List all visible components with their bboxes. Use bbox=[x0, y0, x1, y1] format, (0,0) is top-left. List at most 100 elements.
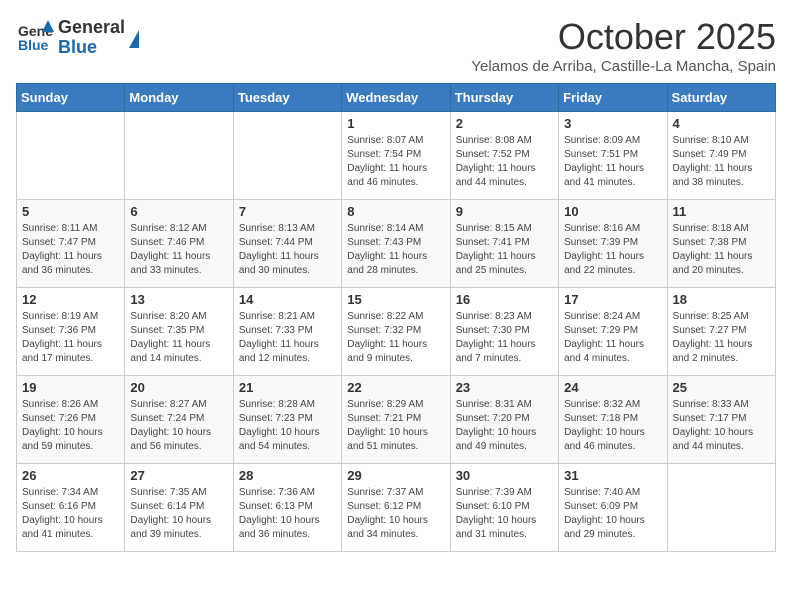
col-thursday: Thursday bbox=[450, 84, 558, 112]
calendar-cell: 31Sunrise: 7:40 AM Sunset: 6:09 PM Dayli… bbox=[559, 464, 667, 552]
cell-content: Sunrise: 8:27 AM Sunset: 7:24 PM Dayligh… bbox=[130, 398, 227, 454]
calendar-cell: 25Sunrise: 8:33 AM Sunset: 7:17 PM Dayli… bbox=[667, 376, 775, 464]
logo-general-text: General bbox=[58, 18, 125, 38]
cell-content: Sunrise: 8:15 AM Sunset: 7:41 PM Dayligh… bbox=[456, 222, 553, 278]
calendar-week-2: 5 Sunrise: 8:11 AM Sunset: 7:47 PM Daylig… bbox=[17, 200, 776, 288]
logo-text: General Blue bbox=[58, 18, 125, 58]
day-number: 26 bbox=[22, 468, 119, 483]
calendar-cell: 23Sunrise: 8:31 AM Sunset: 7:20 PM Dayli… bbox=[450, 376, 558, 464]
day-number: 31 bbox=[564, 468, 661, 483]
day-number: 25 bbox=[673, 380, 770, 395]
cell-content: Sunrise: 8:19 AM Sunset: 7:36 PM Dayligh… bbox=[22, 310, 119, 366]
calendar-cell: 15 Sunrise: 8:22 AM Sunset: 7:32 PM Dayli… bbox=[342, 288, 450, 376]
calendar-cell: 22 Sunrise: 8:29 AM Sunset: 7:21 PM Dayli… bbox=[342, 376, 450, 464]
title-section: October 2025 Yelamos de Arriba, Castille… bbox=[471, 16, 776, 75]
calendar-week-4: 19 Sunrise: 8:26 AM Sunset: 7:26 PM Dayli… bbox=[17, 376, 776, 464]
day-number: 23 bbox=[456, 380, 553, 395]
calendar-cell bbox=[233, 112, 341, 200]
cell-content: Sunrise: 7:37 AM Sunset: 6:12 PM Dayligh… bbox=[347, 486, 444, 542]
day-number: 6 bbox=[130, 204, 227, 219]
calendar-table: Sunday Monday Tuesday Wednesday Thursday… bbox=[16, 83, 776, 552]
day-number: 19 bbox=[22, 380, 119, 395]
cell-content: Sunrise: 8:24 AM Sunset: 7:29 PM Dayligh… bbox=[564, 310, 661, 366]
cell-content: Sunrise: 7:34 AM Sunset: 6:16 PM Dayligh… bbox=[22, 486, 119, 542]
calendar-week-1: 1Sunrise: 8:07 AM Sunset: 7:54 PM Daylig… bbox=[17, 112, 776, 200]
calendar-cell: 8Sunrise: 8:14 AM Sunset: 7:43 PM Daylig… bbox=[342, 200, 450, 288]
logo: General Blue General Blue bbox=[16, 16, 139, 59]
day-number: 7 bbox=[239, 204, 336, 219]
day-number: 3 bbox=[564, 116, 661, 131]
calendar-cell: 13 Sunrise: 8:20 AM Sunset: 7:35 PM Dayli… bbox=[125, 288, 233, 376]
calendar-cell: 1Sunrise: 8:07 AM Sunset: 7:54 PM Daylig… bbox=[342, 112, 450, 200]
calendar-cell: 26 Sunrise: 7:34 AM Sunset: 6:16 PM Dayli… bbox=[17, 464, 125, 552]
logo-icon: General Blue bbox=[16, 16, 54, 54]
cell-content: Sunrise: 7:36 AM Sunset: 6:13 PM Dayligh… bbox=[239, 486, 336, 542]
cell-content: Sunrise: 8:13 AM Sunset: 7:44 PM Dayligh… bbox=[239, 222, 336, 278]
cell-content: Sunrise: 7:39 AM Sunset: 6:10 PM Dayligh… bbox=[456, 486, 553, 542]
cell-content: Sunrise: 8:18 AM Sunset: 7:38 PM Dayligh… bbox=[673, 222, 770, 278]
day-number: 4 bbox=[673, 116, 770, 131]
col-wednesday: Wednesday bbox=[342, 84, 450, 112]
col-friday: Friday bbox=[559, 84, 667, 112]
calendar-cell: 16 Sunrise: 8:23 AM Sunset: 7:30 PM Dayli… bbox=[450, 288, 558, 376]
cell-content: Sunrise: 8:22 AM Sunset: 7:32 PM Dayligh… bbox=[347, 310, 444, 366]
day-number: 5 bbox=[22, 204, 119, 219]
calendar-cell: 19 Sunrise: 8:26 AM Sunset: 7:26 PM Dayli… bbox=[17, 376, 125, 464]
calendar-cell: 9 Sunrise: 8:15 AM Sunset: 7:41 PM Daylig… bbox=[450, 200, 558, 288]
calendar-week-3: 12 Sunrise: 8:19 AM Sunset: 7:36 PM Dayli… bbox=[17, 288, 776, 376]
calendar-cell: 24 Sunrise: 8:32 AM Sunset: 7:18 PM Dayli… bbox=[559, 376, 667, 464]
calendar-cell: 20 Sunrise: 8:27 AM Sunset: 7:24 PM Dayli… bbox=[125, 376, 233, 464]
day-number: 28 bbox=[239, 468, 336, 483]
cell-content: Sunrise: 8:16 AM Sunset: 7:39 PM Dayligh… bbox=[564, 222, 661, 278]
day-number: 24 bbox=[564, 380, 661, 395]
calendar-cell: 18Sunrise: 8:25 AM Sunset: 7:27 PM Dayli… bbox=[667, 288, 775, 376]
day-number: 17 bbox=[564, 292, 661, 307]
day-number: 13 bbox=[130, 292, 227, 307]
day-number: 1 bbox=[347, 116, 444, 131]
calendar-cell: 7 Sunrise: 8:13 AM Sunset: 7:44 PM Daylig… bbox=[233, 200, 341, 288]
cell-content: Sunrise: 8:26 AM Sunset: 7:26 PM Dayligh… bbox=[22, 398, 119, 454]
day-number: 16 bbox=[456, 292, 553, 307]
cell-content: Sunrise: 8:29 AM Sunset: 7:21 PM Dayligh… bbox=[347, 398, 444, 454]
page-header: General Blue General Blue October 2025 Y… bbox=[16, 16, 776, 75]
cell-content: Sunrise: 8:21 AM Sunset: 7:33 PM Dayligh… bbox=[239, 310, 336, 366]
cell-content: Sunrise: 8:08 AM Sunset: 7:52 PM Dayligh… bbox=[456, 134, 553, 190]
calendar-cell: 3 Sunrise: 8:09 AM Sunset: 7:51 PM Daylig… bbox=[559, 112, 667, 200]
cell-content: Sunrise: 8:09 AM Sunset: 7:51 PM Dayligh… bbox=[564, 134, 661, 190]
logo-triangle-icon bbox=[129, 30, 139, 48]
day-number: 15 bbox=[347, 292, 444, 307]
calendar-cell: 29Sunrise: 7:37 AM Sunset: 6:12 PM Dayli… bbox=[342, 464, 450, 552]
calendar-cell: 17 Sunrise: 8:24 AM Sunset: 7:29 PM Dayli… bbox=[559, 288, 667, 376]
day-number: 22 bbox=[347, 380, 444, 395]
cell-content: Sunrise: 7:35 AM Sunset: 6:14 PM Dayligh… bbox=[130, 486, 227, 542]
calendar-cell: 21Sunrise: 8:28 AM Sunset: 7:23 PM Dayli… bbox=[233, 376, 341, 464]
day-number: 8 bbox=[347, 204, 444, 219]
calendar-cell: 30 Sunrise: 7:39 AM Sunset: 6:10 PM Dayli… bbox=[450, 464, 558, 552]
day-number: 12 bbox=[22, 292, 119, 307]
cell-content: Sunrise: 8:23 AM Sunset: 7:30 PM Dayligh… bbox=[456, 310, 553, 366]
cell-content: Sunrise: 8:32 AM Sunset: 7:18 PM Dayligh… bbox=[564, 398, 661, 454]
day-number: 27 bbox=[130, 468, 227, 483]
day-number: 2 bbox=[456, 116, 553, 131]
calendar-cell: 5 Sunrise: 8:11 AM Sunset: 7:47 PM Daylig… bbox=[17, 200, 125, 288]
day-number: 14 bbox=[239, 292, 336, 307]
calendar-cell: 11 Sunrise: 8:18 AM Sunset: 7:38 PM Dayli… bbox=[667, 200, 775, 288]
day-number: 30 bbox=[456, 468, 553, 483]
calendar-cell: 6Sunrise: 8:12 AM Sunset: 7:46 PM Daylig… bbox=[125, 200, 233, 288]
header-row: Sunday Monday Tuesday Wednesday Thursday… bbox=[17, 84, 776, 112]
day-number: 20 bbox=[130, 380, 227, 395]
calendar-cell bbox=[17, 112, 125, 200]
calendar-cell: 4Sunrise: 8:10 AM Sunset: 7:49 PM Daylig… bbox=[667, 112, 775, 200]
cell-content: Sunrise: 8:11 AM Sunset: 7:47 PM Dayligh… bbox=[22, 222, 119, 278]
cell-content: Sunrise: 8:20 AM Sunset: 7:35 PM Dayligh… bbox=[130, 310, 227, 366]
calendar-week-5: 26 Sunrise: 7:34 AM Sunset: 6:16 PM Dayli… bbox=[17, 464, 776, 552]
svg-text:Blue: Blue bbox=[18, 37, 49, 53]
calendar-cell: 14 Sunrise: 8:21 AM Sunset: 7:33 PM Dayli… bbox=[233, 288, 341, 376]
calendar-cell: 10Sunrise: 8:16 AM Sunset: 7:39 PM Dayli… bbox=[559, 200, 667, 288]
day-number: 11 bbox=[673, 204, 770, 219]
day-number: 9 bbox=[456, 204, 553, 219]
col-monday: Monday bbox=[125, 84, 233, 112]
logo-blue-text: Blue bbox=[58, 38, 125, 58]
calendar-cell: 2 Sunrise: 8:08 AM Sunset: 7:52 PM Daylig… bbox=[450, 112, 558, 200]
calendar-cell: 27 Sunrise: 7:35 AM Sunset: 6:14 PM Dayli… bbox=[125, 464, 233, 552]
